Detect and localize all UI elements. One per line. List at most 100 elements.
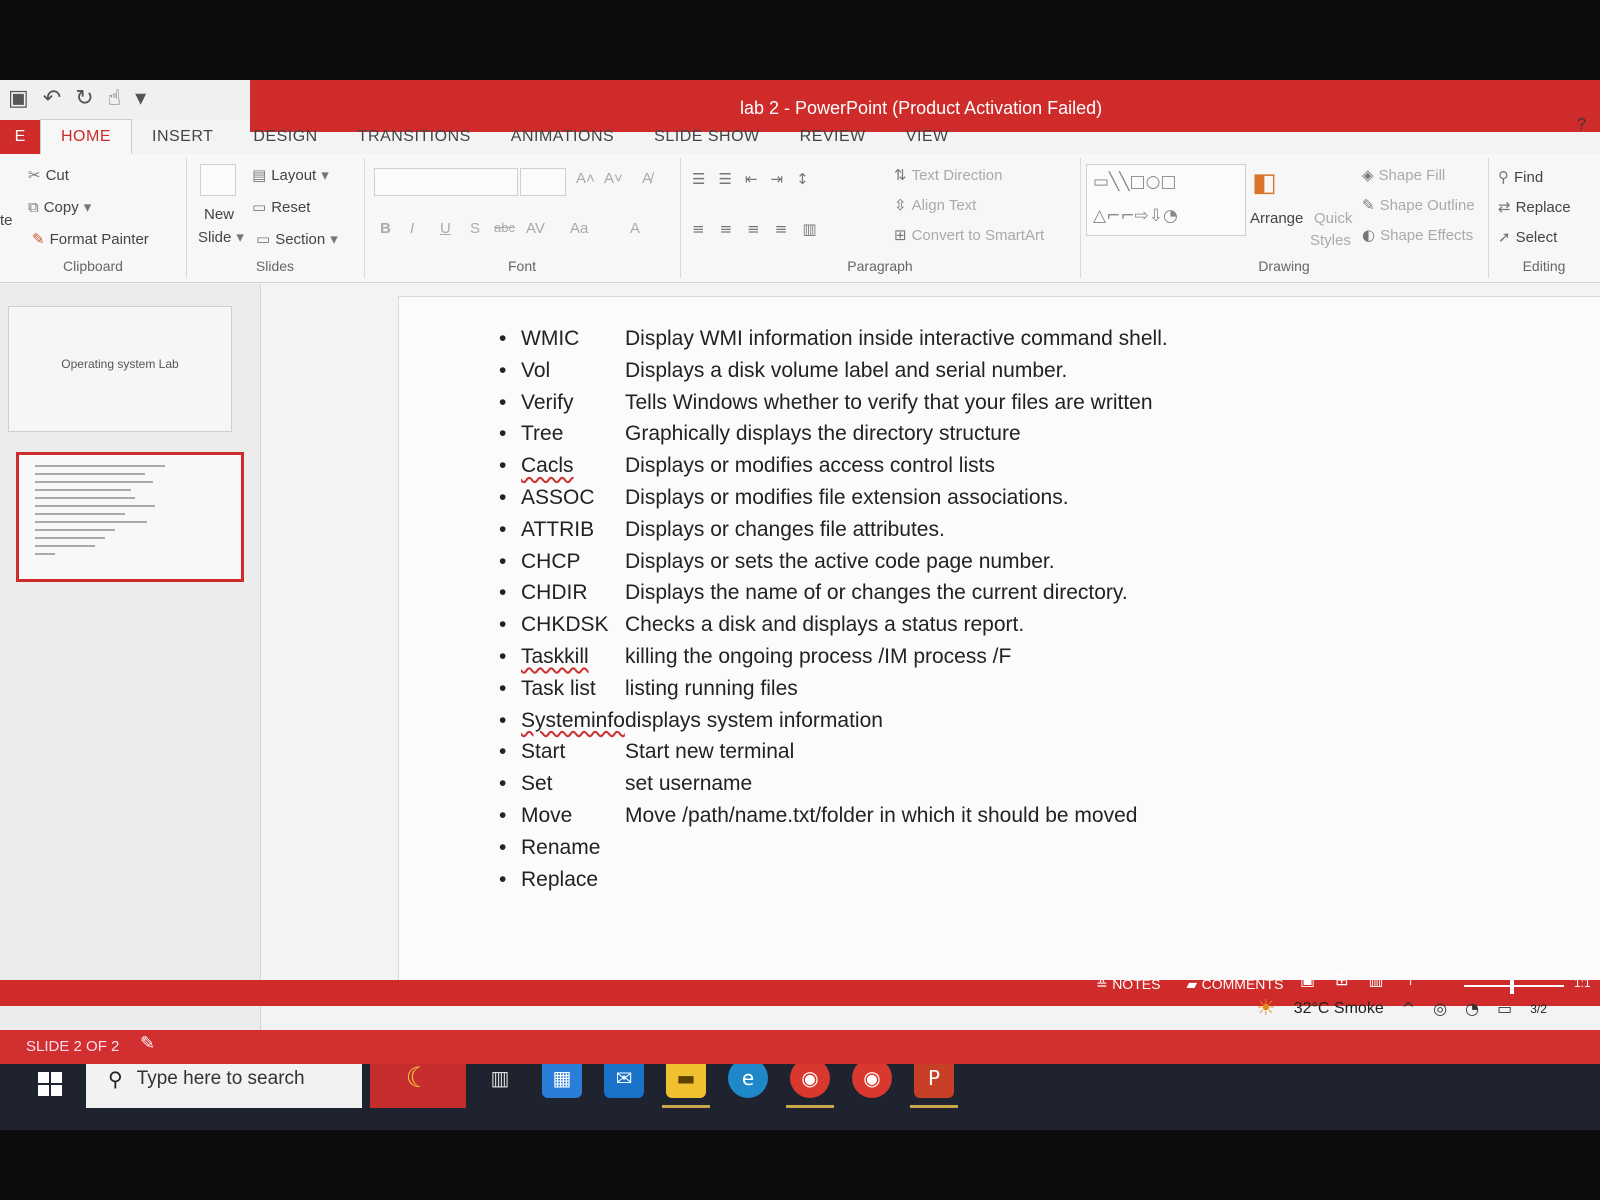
text-direction-button[interactable]: ⇅ Text Direction bbox=[894, 166, 1002, 184]
select-button[interactable]: ➚ Select bbox=[1498, 228, 1557, 246]
command-name: Move bbox=[521, 803, 573, 827]
quick-styles-button[interactable]: Quick bbox=[1314, 210, 1352, 227]
command-description: Displays a disk volume label and serial … bbox=[625, 358, 1068, 382]
drawing-label: Drawing bbox=[1258, 258, 1310, 274]
cut-button[interactable]: ✂ Cut bbox=[28, 166, 69, 184]
new-slide-button-top[interactable]: New bbox=[204, 206, 234, 223]
tab-file[interactable]: E bbox=[0, 120, 40, 154]
align-text-label: Align Text bbox=[911, 196, 977, 214]
grow-font-icon[interactable]: A˄ bbox=[576, 170, 595, 187]
slide-show-icon[interactable]: ⊤ bbox=[1404, 970, 1418, 989]
new-slide-button[interactable]: Slide ▾ bbox=[198, 228, 244, 246]
font-color-button[interactable]: A bbox=[630, 220, 640, 237]
powerpoint-icon[interactable]: P bbox=[910, 1058, 958, 1108]
command-description: Graphically displays the directory struc… bbox=[625, 422, 1021, 446]
command-name: Verify bbox=[521, 390, 574, 414]
slide-sorter-icon[interactable]: ⊞ bbox=[1335, 970, 1348, 989]
align-buttons[interactable]: ≡ ≡ ≡ ≡ ▥ bbox=[692, 220, 827, 238]
shadow-button[interactable]: S bbox=[470, 220, 480, 237]
quick-styles-button-2[interactable]: Styles bbox=[1310, 232, 1351, 249]
find-button[interactable]: ⚲ Find bbox=[1498, 168, 1543, 186]
meet-icon[interactable]: ◎ bbox=[1433, 999, 1447, 1018]
character-spacing-button[interactable]: AV bbox=[526, 220, 545, 237]
tab-design[interactable]: DESIGN bbox=[233, 120, 337, 154]
touch-mode-icon[interactable]: ☝ bbox=[108, 86, 121, 111]
tab-review[interactable]: REVIEW bbox=[780, 120, 886, 154]
slide-canvas[interactable]: WMIC Display WMI information inside inter… bbox=[398, 296, 1600, 994]
chevron-up-icon[interactable]: ^ bbox=[1402, 999, 1415, 1018]
shapes-gallery[interactable]: ▭╲╲□○□ △⌐⌐⇨⇩◔ bbox=[1086, 164, 1246, 236]
clipboard-group: te ✂ Cut ⧉ Copy ▾ ✎ Format Painter Clipboard bbox=[0, 158, 187, 278]
slide-thumbnail-1[interactable]: Operating system Lab bbox=[8, 306, 232, 432]
wifi-icon[interactable]: ◔ bbox=[1465, 999, 1479, 1018]
file-explorer-icon[interactable]: ▬ bbox=[662, 1058, 710, 1108]
tab-transitions[interactable]: TRANSITIONS bbox=[338, 120, 491, 154]
italic-button[interactable]: I bbox=[410, 220, 414, 237]
command-description: Displays the name of or changes the curr… bbox=[625, 581, 1128, 605]
convert-smartart-button[interactable]: ⊞ Convert to SmartArt bbox=[894, 226, 1044, 244]
windows-logo-tile bbox=[51, 1072, 62, 1083]
title-bar: ▣ ↶ ↻ ☝ ▾ lab 2 - PowerPoint (Product Ac… bbox=[0, 80, 1600, 133]
section-button[interactable]: ▭ Section ▾ bbox=[256, 230, 338, 248]
command-name: Task list bbox=[521, 676, 596, 700]
scissors-icon: ✂ bbox=[28, 166, 41, 184]
font-name-dropdown[interactable] bbox=[374, 168, 518, 196]
shape-outline-button[interactable]: ✎ Shape Outline bbox=[1362, 196, 1475, 214]
tab-view[interactable]: VIEW bbox=[886, 120, 969, 154]
calendar-icon[interactable]: ▦ bbox=[542, 1058, 582, 1098]
windows-start-button[interactable] bbox=[38, 1072, 62, 1096]
command-description: killing the ongoing process /IM process … bbox=[625, 644, 1012, 668]
shape-fill-button[interactable]: ◈ Shape Fill bbox=[1362, 166, 1445, 184]
paste-button[interactable]: te bbox=[0, 212, 13, 229]
reset-button[interactable]: ▭ Reset bbox=[252, 198, 310, 216]
normal-view-icon[interactable]: ▣ bbox=[1300, 970, 1315, 989]
spell-check-icon[interactable]: ✎ bbox=[140, 1033, 155, 1054]
text-direction-icon: ⇅ bbox=[894, 166, 907, 184]
tab-animations[interactable]: ANIMATIONS bbox=[491, 120, 634, 154]
customize-icon[interactable]: ▾ bbox=[135, 86, 146, 111]
command-description: Displays or modifies access control list… bbox=[625, 454, 995, 478]
weather-text[interactable]: 32°C Smoke bbox=[1294, 1000, 1384, 1018]
zoom-slider-handle[interactable] bbox=[1510, 978, 1514, 994]
arrange-icon[interactable]: ◧ bbox=[1252, 168, 1277, 198]
list-buttons[interactable]: ☰ ☰ ⇤ ⇥ ↕ bbox=[692, 170, 817, 188]
notes-button[interactable]: ≙ NOTES bbox=[1096, 976, 1160, 993]
shape-effects-button[interactable]: ◐ Shape Effects bbox=[1362, 226, 1473, 244]
save-icon[interactable]: ▣ bbox=[8, 86, 29, 111]
comments-button[interactable]: ▰ COMMENTS bbox=[1186, 976, 1283, 993]
slides-group: New Slide ▾ ▤ Layout ▾ ▭ Reset ▭ Section ▾ Sli… bbox=[186, 158, 365, 278]
reading-view-icon[interactable]: ▥ bbox=[1369, 970, 1384, 989]
strikethrough-button[interactable]: abc bbox=[494, 220, 515, 235]
change-case-button[interactable]: Aa bbox=[570, 220, 588, 237]
layout-button[interactable]: ▤ Layout ▾ bbox=[252, 166, 329, 184]
zoom-slider[interactable] bbox=[1464, 985, 1564, 987]
windows-logo-tile bbox=[51, 1085, 62, 1096]
edge-icon[interactable]: e bbox=[728, 1058, 768, 1098]
clock-date[interactable]: 3/2 bbox=[1530, 1002, 1547, 1016]
bold-button[interactable]: B bbox=[380, 220, 391, 237]
replace-button[interactable]: ⇄ Replace bbox=[1498, 198, 1571, 216]
chrome-icon[interactable]: ◉ bbox=[786, 1058, 834, 1108]
undo-icon[interactable]: ↶ bbox=[43, 86, 61, 111]
task-view-icon[interactable]: ▥ bbox=[480, 1058, 520, 1098]
battery-icon[interactable]: ▭ bbox=[1497, 999, 1512, 1018]
window-title: lab 2 - PowerPoint (Product Activation F… bbox=[740, 98, 1103, 118]
command-name: CHDIR bbox=[521, 581, 588, 605]
clear-formatting-icon[interactable]: A̸ bbox=[642, 170, 652, 187]
chrome-profile-icon[interactable]: ◉ bbox=[852, 1058, 892, 1098]
tab-home[interactable]: HOME bbox=[40, 119, 132, 154]
thumbnail-line bbox=[35, 489, 131, 491]
font-size-dropdown[interactable] bbox=[520, 168, 566, 196]
underline-button[interactable]: U bbox=[440, 220, 451, 237]
copy-button[interactable]: ⧉ Copy ▾ bbox=[28, 198, 91, 216]
shrink-font-icon[interactable]: A˅ bbox=[604, 170, 623, 187]
align-text-button[interactable]: ⇳ Align Text bbox=[894, 196, 976, 214]
tab-insert[interactable]: INSERT bbox=[132, 120, 233, 154]
format-painter-button[interactable]: ✎ Format Painter bbox=[32, 230, 149, 248]
slide-thumbnail-2[interactable] bbox=[16, 452, 244, 582]
tab-slide-show[interactable]: SLIDE SHOW bbox=[634, 120, 779, 154]
redo-icon[interactable]: ↻ bbox=[75, 86, 93, 111]
zoom-level[interactable]: 1:1 bbox=[1574, 976, 1591, 990]
mail-icon[interactable]: ✉ bbox=[604, 1058, 644, 1098]
arrange-button[interactable]: Arrange bbox=[1250, 210, 1303, 227]
